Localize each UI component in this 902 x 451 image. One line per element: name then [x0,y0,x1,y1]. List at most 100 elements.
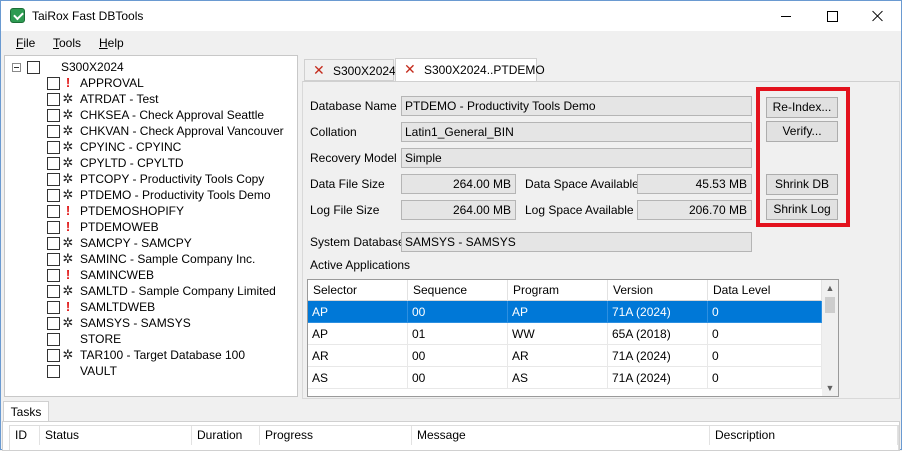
grid-column-header[interactable]: Selector [308,280,408,301]
tree-item-checkbox[interactable] [47,109,60,122]
warning-icon: ! [65,75,71,90]
window-title: TaiRox Fast DBTools [32,9,144,23]
tree-item-checkbox[interactable] [47,333,60,346]
gear-icon: ✲ [62,171,74,186]
tree-item[interactable]: ✲ PTCOPY - Productivity Tools Copy [5,171,297,187]
menu-help[interactable]: Help [99,36,124,50]
maximize-button[interactable] [809,1,855,31]
tree-item[interactable]: ✲ CHKSEA - Check Approval Seattle [5,107,297,123]
table-row[interactable] [308,389,822,396]
close-button[interactable] [855,1,901,31]
tree-item[interactable]: ✲ CPYINC - CPYINC [5,139,297,155]
tab-tasks[interactable]: Tasks [3,401,49,422]
table-cell: AR [508,345,608,367]
tree-item-checkbox[interactable] [47,301,60,314]
tree-item-label: VAULT [80,364,117,378]
tree-item-label: TAR100 - Target Database 100 [80,348,245,362]
tree-item-label: PTDEMO - Productivity Tools Demo [80,188,271,202]
collapse-icon[interactable] [12,63,21,72]
tree-item-checkbox[interactable] [47,77,60,90]
table-cell: AP [508,301,608,323]
grid-column-header[interactable]: Sequence [408,280,508,301]
tree-item-label: SAMLTDWEB [80,300,156,314]
tree-item[interactable]: ! SAMINCWEB [5,267,297,283]
tree-item[interactable]: ✲ CHKVAN - Check Approval Vancouver [5,123,297,139]
tree-item-checkbox[interactable] [47,173,60,186]
recovery-model-label: Recovery Model [310,151,397,165]
active-applications-grid[interactable]: Selector Sequence Program Version Data Level… [307,279,839,397]
tree-item[interactable]: ! SAMLTDWEB [5,299,297,315]
tree-item-checkbox[interactable] [47,349,60,362]
tree-root[interactable]: S300X2024 [5,59,297,75]
menu-tools[interactable]: Tools [53,36,81,50]
tree-item-checkbox[interactable] [47,205,60,218]
tasks-column-header[interactable]: ID [10,426,40,445]
table-row[interactable]: AP 01 WW 65A (2018) 0 [308,323,822,345]
table-row[interactable]: AS 00 AS 71A (2024) 0 [308,367,822,389]
tab-close-icon[interactable]: ✕ [404,59,416,79]
grid-column-header[interactable]: Version [608,280,708,301]
tree-item[interactable]: ✲ SAMCPY - SAMCPY [5,235,297,251]
tasks-column-header[interactable]: Description [710,426,898,445]
tree-item-checkbox[interactable] [47,365,60,378]
table-row[interactable]: AR 00 AR 71A (2024) 0 [308,345,822,367]
warning-icon: ! [65,203,71,218]
tasks-column-header[interactable]: Progress [260,426,412,445]
tree-item[interactable]: ✲ ATRDAT - Test [5,91,297,107]
grid-column-header[interactable]: Program [508,280,608,301]
tree-item-checkbox[interactable] [47,221,60,234]
tree-item-label: SAMCPY - SAMCPY [80,236,192,250]
tree-item[interactable]: ✲ SAMSYS - SAMSYS [5,315,297,331]
tree-item-checkbox[interactable] [47,237,60,250]
scroll-up-icon[interactable]: ▲ [822,280,838,296]
tree-item-checkbox[interactable] [47,269,60,282]
tree-item-label: PTDEMOSHOPIFY [80,204,185,218]
tree-root-checkbox[interactable] [27,61,40,74]
tree-item-label: CPYLTD - CPYLTD [80,156,184,170]
minimize-button[interactable] [763,1,809,31]
grid-column-header[interactable]: Data Level [708,280,822,301]
tasks-column-header[interactable]: Status [40,426,192,445]
scroll-thumb[interactable] [825,297,835,313]
tree-item-checkbox[interactable] [47,189,60,202]
tree-item-checkbox[interactable] [47,125,60,138]
data-space-available-label: Data Space Available [525,177,639,191]
tree-item[interactable]: ! PTDEMOSHOPIFY [5,203,297,219]
tree-item[interactable]: ✲ TAR100 - Target Database 100 [5,347,297,363]
scroll-down-icon[interactable]: ▼ [822,380,838,396]
tree-item[interactable]: ! PTDEMOWEB [5,219,297,235]
tree-item[interactable]: ✲ SAMLTD - Sample Company Limited [5,283,297,299]
table-cell: AS [308,367,408,389]
table-cell: 00 [408,301,508,323]
log-file-size-field: 264.00 MB [401,200,516,220]
tree-item-checkbox[interactable] [47,141,60,154]
menu-bar: File Tools Help [1,33,901,53]
gear-icon: ✲ [62,155,74,170]
tree-item[interactable]: VAULT [5,363,297,379]
tree-item-checkbox[interactable] [47,253,60,266]
log-file-size-label: Log File Size [310,203,380,217]
tab-database[interactable]: ✕ S300X2024..PTDEMO [395,58,545,82]
tree-item-checkbox[interactable] [47,285,60,298]
gear-icon: ✲ [62,283,74,298]
gear-icon: ✲ [62,235,74,250]
database-tree[interactable]: S300X2024 ! APPROVAL ✲ ATRDAT - Test ✲ CHKSEA… [4,55,298,397]
tree-item-checkbox[interactable] [47,317,60,330]
tree-root-label: S300X2024 [61,60,124,74]
tree-item[interactable]: ✲ PTDEMO - Productivity Tools Demo [5,187,297,203]
tree-item-checkbox[interactable] [47,93,60,106]
tree-item[interactable]: STORE [5,331,297,347]
table-cell: 0 [708,345,822,367]
tree-item-checkbox[interactable] [47,157,60,170]
tree-item[interactable]: ! APPROVAL [5,75,297,91]
tree-item[interactable]: ✲ CPYLTD - CPYLTD [5,155,297,171]
tab-close-icon[interactable]: ✕ [313,60,325,80]
tree-item[interactable]: ✲ SAMINC - Sample Company Inc. [5,251,297,267]
tab-database-label: S300X2024..PTDEMO [424,63,545,77]
menu-file[interactable]: File [16,36,35,50]
tasks-column-header[interactable]: Message [412,426,710,445]
grid-scrollbar[interactable]: ▲ ▼ [822,280,838,396]
tab-server[interactable]: ✕ S300X2024 [304,59,396,81]
tasks-column-header[interactable]: Duration [192,426,260,445]
table-row[interactable]: AP 00 AP 71A (2024) 0 [308,301,822,323]
